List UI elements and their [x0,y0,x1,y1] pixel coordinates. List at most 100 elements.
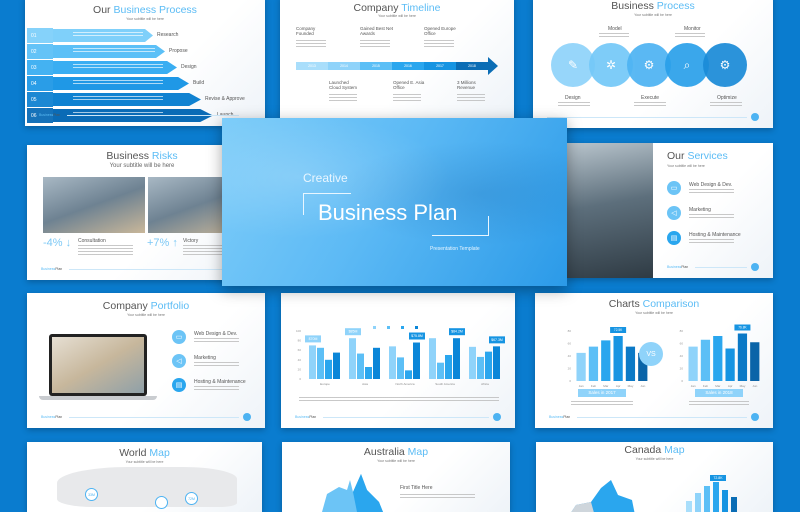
slide-hero-business-plan[interactable]: Creative Business Plan Presentation Temp… [222,118,567,286]
milestone-title: Gained Best Net Awards [360,26,394,36]
chart-regions: 0 20 40 60 80 100 Europe Asia North America South… [296,326,505,386]
map-badge [155,496,168,509]
photo-team-meeting [567,143,653,278]
slide-footer: BusinessPlan [667,263,759,271]
milestone-title: Opened E. Asia Office [393,80,425,90]
slide-canada-map[interactable]: Canada Map Your subtitle will be here 72… [536,442,773,512]
bar [397,357,404,379]
slide-title: Business Process [611,0,695,12]
slide-subtitle: Your subtitle will be here [127,313,165,317]
x-tick-label: Feb [591,384,597,388]
bar [613,336,623,381]
timeline-arrow-icon [488,57,498,75]
photo-meeting [43,177,145,233]
slide-australia-map[interactable]: Australia Map Your subtitle will be here… [282,442,510,512]
callout-label: $75.8M [411,334,423,338]
callout-label: $70M [309,337,318,341]
bar [704,485,710,512]
slide-title: Company Timeline [353,2,441,14]
bar [737,333,748,381]
world-map-shape [57,467,237,507]
step-label: Propose [169,48,188,54]
y-tick-label: 40 [298,358,302,362]
bar [309,345,316,379]
step-label: Build [193,80,205,86]
slide-company-portfolio[interactable]: Company Portfolio Your subtitle will be … [27,293,265,428]
slide-title: Canada Map [624,444,685,456]
callout-label: $85M [349,330,358,334]
risk-value: -4% ↓ [43,237,72,249]
step-number: 01 [27,28,53,43]
canada-map-shape [571,480,635,512]
y-tick-label: 0 [681,379,683,383]
hero-tagline: Presentation Template [430,246,480,252]
network-icon: ✲ [605,58,617,72]
slide-company-timeline[interactable]: Company Timeline Your subtitle will be h… [280,0,514,118]
x-tick-label: Mar [603,384,608,388]
slide-title: World Map [119,447,170,459]
step-label: Research [157,32,179,38]
x-tick-label: North America [395,382,414,386]
caption-2017: Sales in 2017 [578,389,626,397]
slide-region-chart[interactable]: 0 20 40 60 80 100 Europe Asia North America South… [281,293,515,428]
callout-label: $67.3M [491,338,503,342]
slide-charts-comparison[interactable]: Charts Comparison Your subtitle will be … [535,293,773,428]
legend-swatch [387,326,390,329]
slide-our-services[interactable]: Our Services Your subtitle will be here … [567,143,773,278]
slide-subtitle: Your subtitle will be here [635,311,673,315]
ruler-pencil-icon: ✎ [567,58,579,72]
bar [437,362,444,379]
bar [485,351,492,379]
x-tick-label: May [628,384,634,388]
bar [700,339,711,381]
bar [357,353,364,379]
map-badge: 72M [185,492,198,505]
chart-callout: 72.8K [710,475,726,481]
bar [453,338,460,379]
bar [333,352,340,379]
service-title: Marketing [194,355,216,361]
y-tick-label: 100 [296,329,301,333]
phase-label: Monitor [684,26,701,32]
timeline-year: 2018 [456,62,488,70]
x-tick-label: Jan [579,384,584,388]
timeline-year: 2016 [392,62,424,70]
bar [365,367,372,379]
slide-world-map[interactable]: World Map Your subtitle will be here 33M… [27,442,262,512]
bar [429,338,436,379]
bar [405,370,412,379]
slide-business-process[interactable]: Our Business Process Your subtitle will … [25,0,265,126]
bar [713,481,719,512]
slide-title: Our Services [667,150,728,162]
timeline-year: 2017 [424,62,456,70]
bar [688,346,698,381]
x-tick-label: South America [435,382,455,386]
y-tick-label: 60 [568,342,572,346]
slide-subtitle: Your subtitle will be here [378,14,416,18]
monitor-icon: ▭ [667,181,681,195]
bar [317,347,324,379]
slide-title: Our Business Process [93,4,197,16]
step-number: 05 [27,92,53,107]
slide-business-process-circles[interactable]: Business Process Your subtitle will be h… [533,0,773,128]
monitor-icon: ▭ [172,330,186,344]
report-icon: ⌕ [683,57,691,72]
timeline-year: 2014 [328,62,360,70]
x-tick-label: Africa [481,382,489,386]
chart-sales-2018: 0 20 40 60 80 Jan Feb Mar Apr May Jun 76.8K [680,324,760,388]
bar [493,346,500,379]
service-title: Hosting & Maintenance [194,379,246,385]
slide-subtitle: Your subtitle will be here [125,460,164,464]
risk-label: Consultation [78,238,106,244]
risk-value: +7% ↑ [147,237,178,249]
step-number: 04 [27,76,53,91]
slide-title: Charts Comparison [608,298,700,310]
y-tick-label: 40 [568,354,572,358]
callout-label: 72.5K [614,328,623,332]
step-label: Revise & Approve [205,96,245,102]
frame-bottom-right [432,216,489,236]
slide-subtitle: Your subtitle will be here [126,17,164,21]
laptop-base [39,396,157,400]
step-label: Design [181,64,197,70]
y-tick-label: 0 [299,377,301,381]
